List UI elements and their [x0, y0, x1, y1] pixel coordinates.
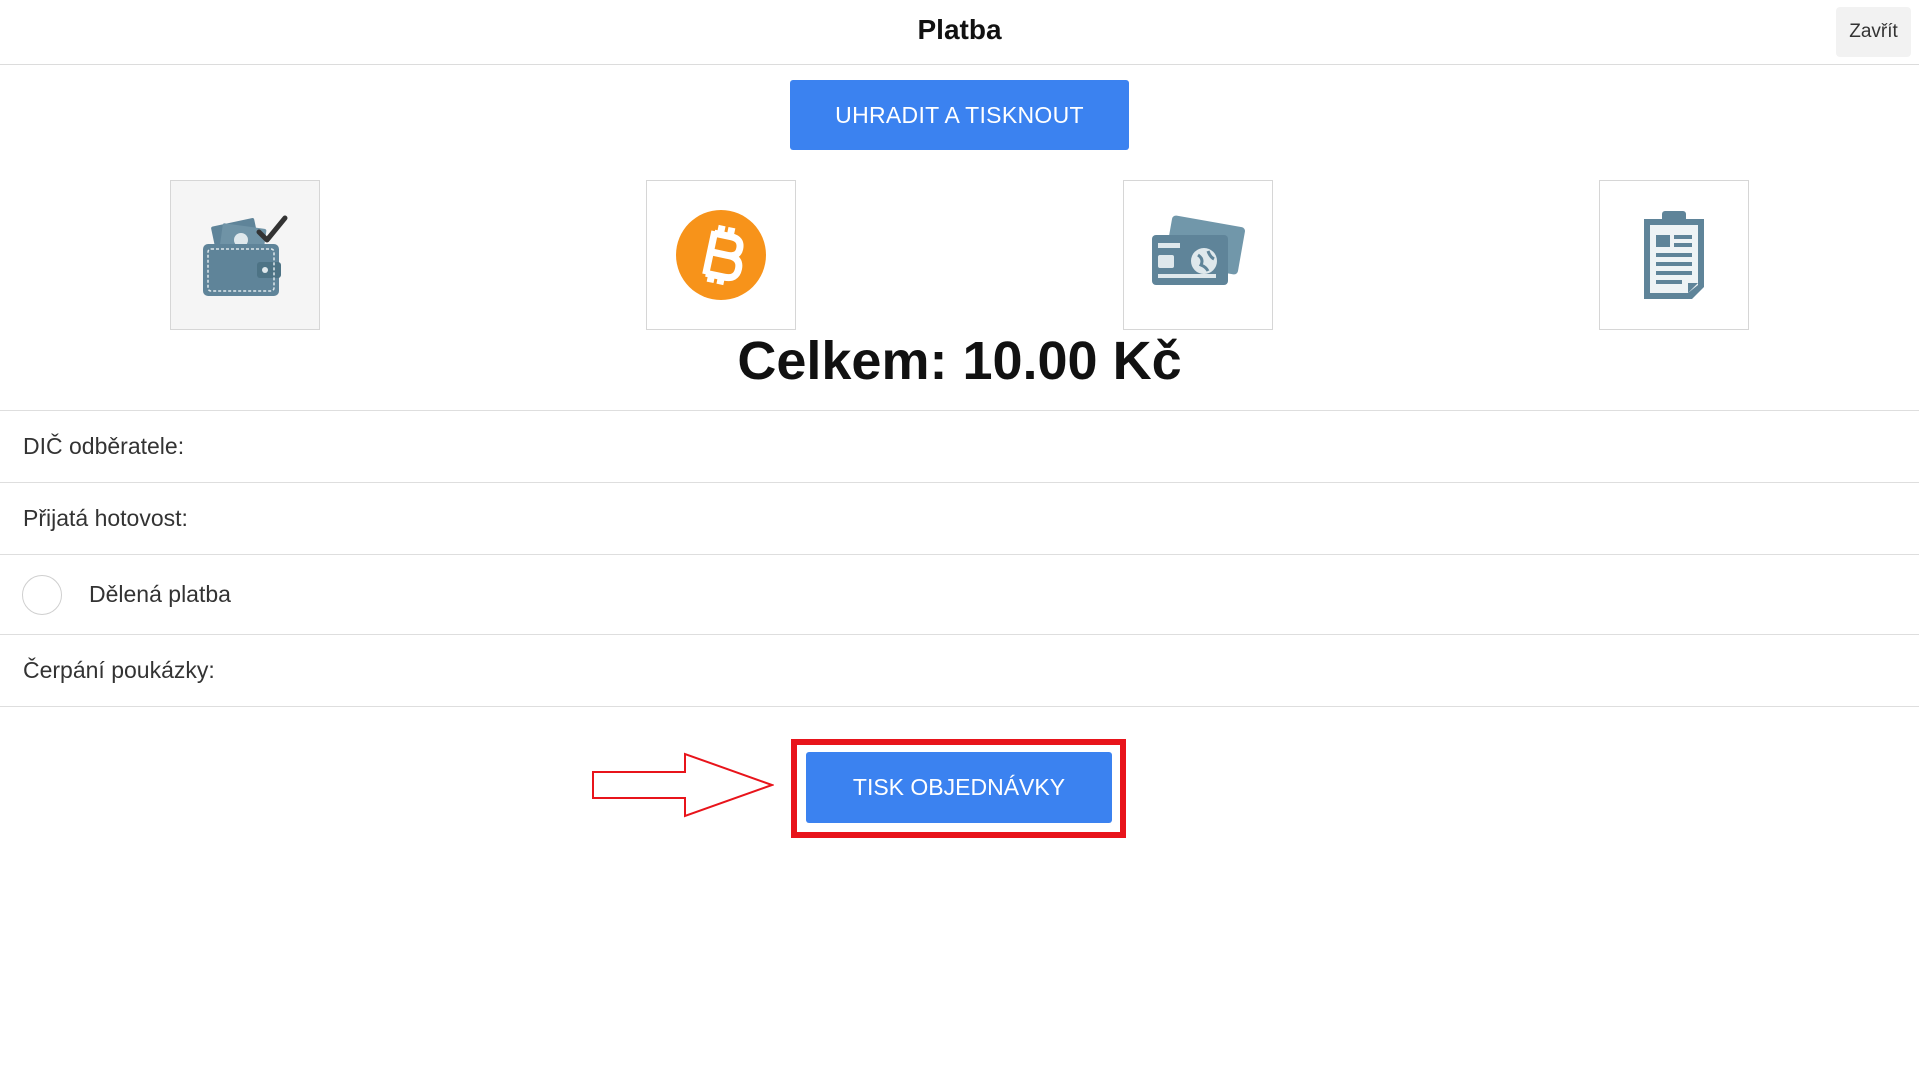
- header: Platba Zavřít: [0, 0, 1919, 65]
- payment-method-invoice[interactable]: [1599, 180, 1749, 330]
- clipboard-icon: [1644, 211, 1704, 299]
- total-amount: Celkem: 10.00 Kč: [737, 331, 1182, 391]
- split-payment-radio[interactable]: [22, 574, 62, 615]
- split-payment-label: Dělená platba: [89, 581, 231, 607]
- form-bottom-divider: [0, 706, 1919, 707]
- page-title: Platba: [917, 14, 1002, 45]
- cash-received-field[interactable]: Přijatá hotovost:: [0, 482, 1919, 554]
- close-button[interactable]: Zavřít: [1836, 7, 1911, 57]
- tax-id-field[interactable]: DIČ odběratele:: [0, 410, 1919, 482]
- cash-received-label: Přijatá hotovost:: [23, 505, 188, 531]
- wallet-icon: [203, 215, 288, 296]
- split-payment-row: Dělená platba: [0, 554, 1919, 634]
- arrow-right-icon: [592, 752, 774, 818]
- payment-method-bitcoin[interactable]: [646, 180, 796, 330]
- tax-id-label: DIČ odběratele:: [23, 433, 185, 459]
- credit-card-icon: [1152, 215, 1245, 285]
- bitcoin-icon: [676, 210, 766, 300]
- voucher-label: Čerpání poukázky:: [23, 657, 215, 683]
- print-order-button[interactable]: TISK OBJEDNÁVKY: [806, 752, 1112, 823]
- pay-and-print-button[interactable]: UHRADIT A TISKNOUT: [790, 80, 1129, 150]
- voucher-field[interactable]: Čerpání poukázky:: [0, 634, 1919, 706]
- payment-method-card[interactable]: [1123, 180, 1273, 330]
- payment-method-cash[interactable]: [170, 180, 320, 330]
